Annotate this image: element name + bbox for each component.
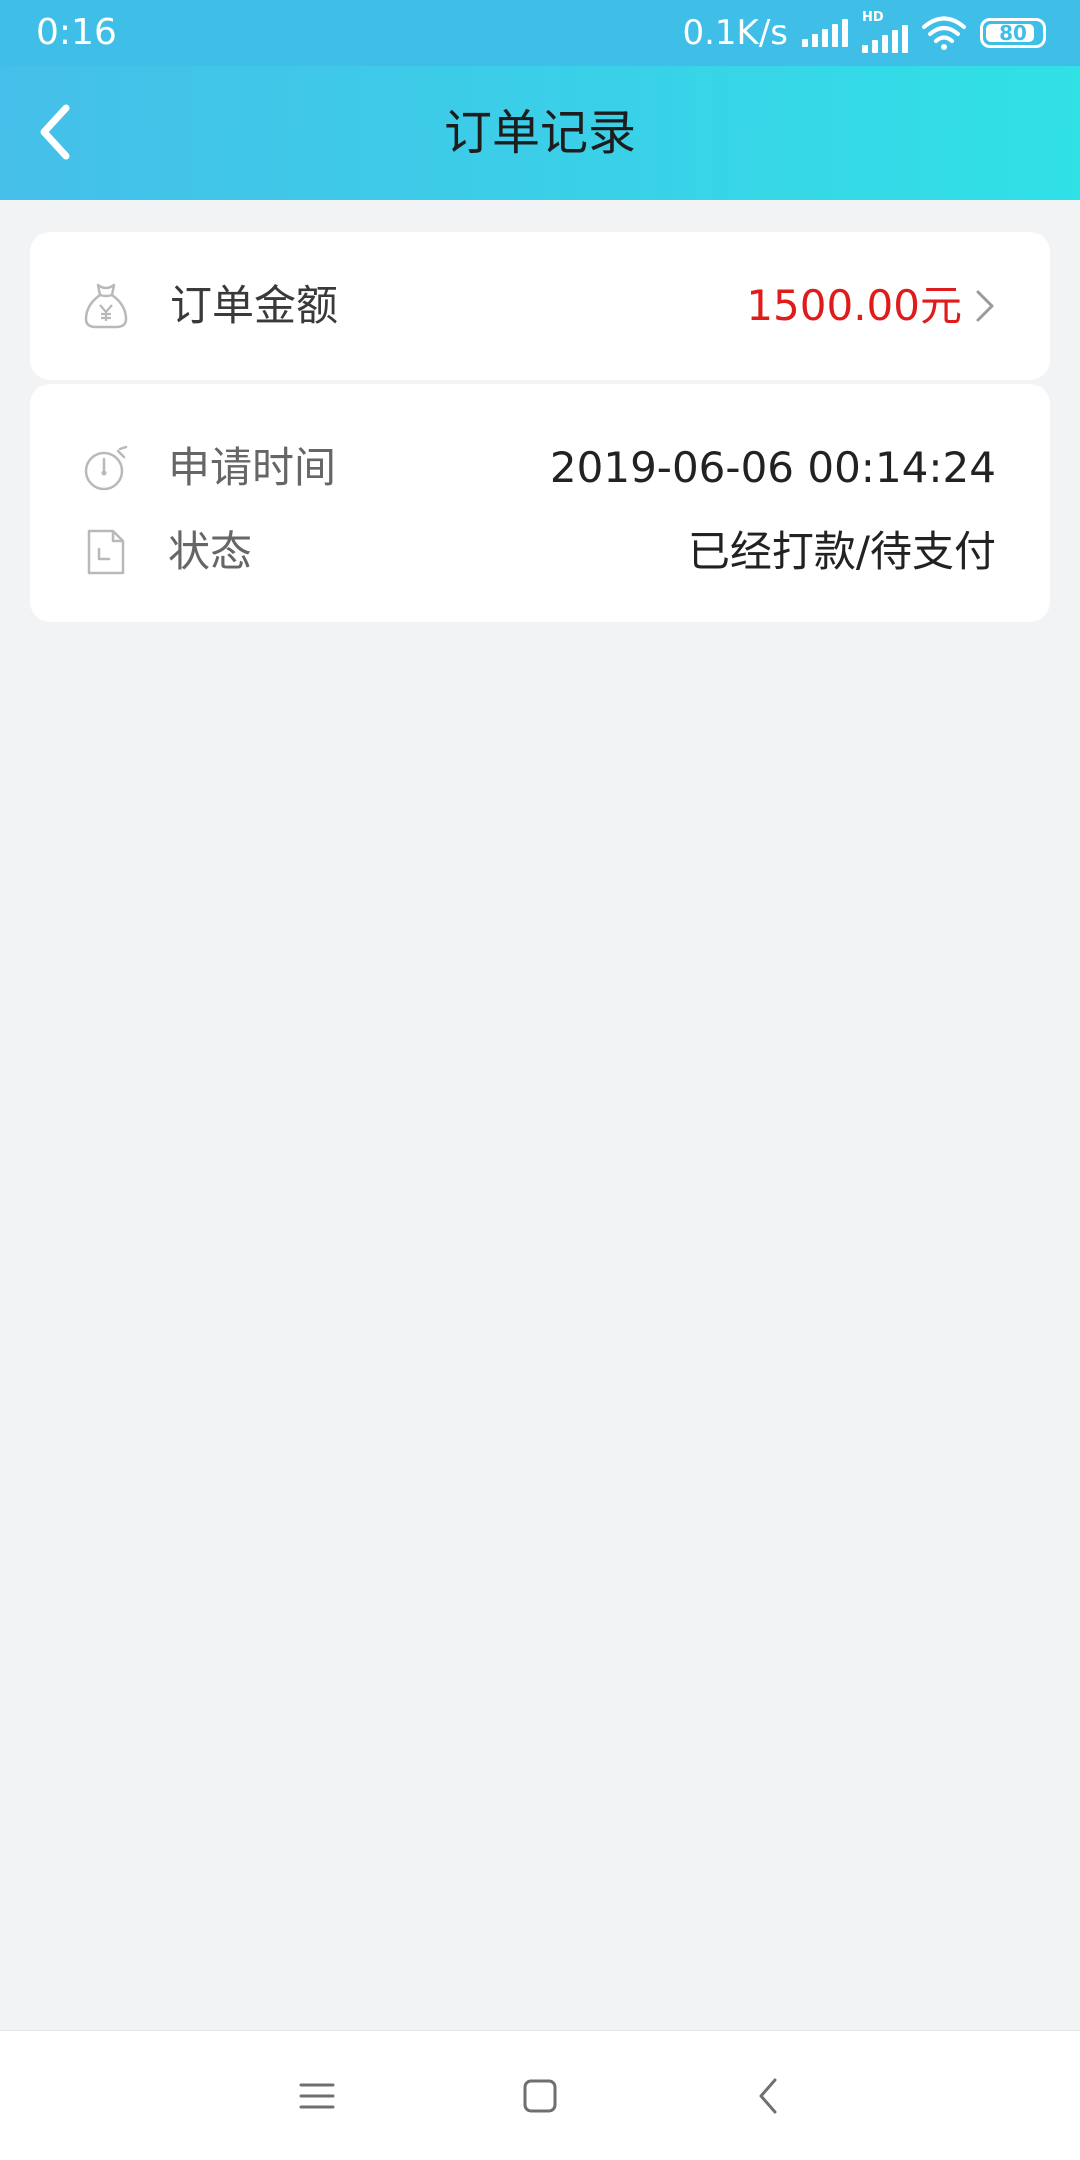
- nav-back-button[interactable]: [737, 2066, 797, 2126]
- status-value: 已经打款/待支付: [687, 527, 996, 576]
- chevron-right-icon: [970, 286, 1000, 326]
- apply-time-label: 申请时间: [168, 443, 337, 492]
- status-right-group: 0.1K/s HD 80: [682, 10, 1046, 56]
- status-label: 状态: [168, 527, 253, 576]
- apply-time-row: 申请时间 2019-06-06 00:14:24: [30, 440, 1050, 496]
- status-time: 0:16: [36, 12, 117, 53]
- order-details-card: 申请时间 2019-06-06 00:14:24 状态 已经打款/待支付: [30, 384, 1050, 622]
- menu-icon: [299, 2083, 335, 2109]
- stopwatch-icon: [80, 442, 132, 494]
- signal-hd-icon: HD: [862, 10, 908, 53]
- order-amount-label: 订单金额: [170, 281, 339, 330]
- home-square-icon: [523, 2079, 557, 2113]
- hd-label: HD: [862, 10, 884, 25]
- battery-icon: 80: [980, 18, 1046, 48]
- system-nav-bar: [0, 2030, 1080, 2160]
- order-amount-card[interactable]: 订单金额 1500.00元: [30, 232, 1050, 380]
- network-speed: 0.1K/s: [682, 13, 788, 53]
- home-button[interactable]: [510, 2066, 570, 2126]
- menu-button[interactable]: [287, 2066, 347, 2126]
- page-title: 订单记录: [443, 105, 636, 161]
- order-amount-row[interactable]: 订单金额 1500.00元: [30, 278, 1050, 334]
- order-amount-value: 1500.00元: [746, 281, 962, 330]
- status-row: 状态 已经打款/待支付: [30, 524, 1050, 580]
- battery-level: 80: [999, 21, 1027, 45]
- status-bar: 0:16 0.1K/s HD 80: [0, 0, 1080, 66]
- app-header: 订单记录: [0, 66, 1080, 200]
- money-bag-icon: [80, 280, 132, 332]
- document-icon: [80, 526, 132, 578]
- nav-back-icon: [759, 2078, 777, 2114]
- apply-time-value: 2019-06-06 00:14:24: [549, 443, 996, 492]
- wifi-icon: [922, 16, 966, 50]
- signal-icon: [802, 19, 848, 47]
